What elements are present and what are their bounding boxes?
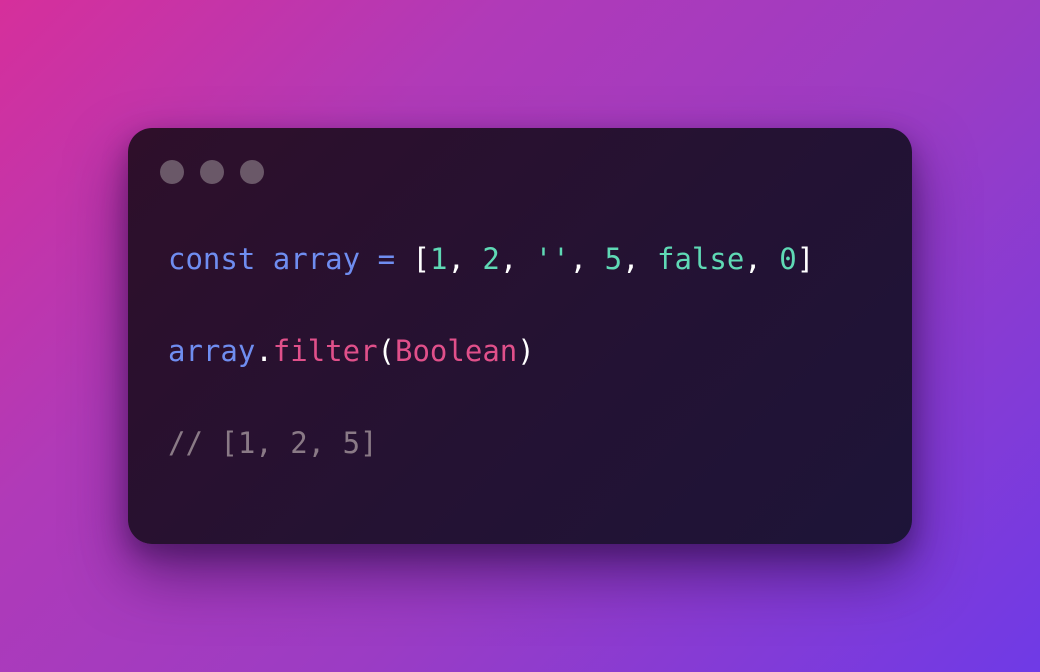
close-paren: ) (517, 334, 535, 368)
code-comment: // [1, 2, 5] (168, 426, 378, 460)
window-dot-3 (240, 160, 264, 184)
comma: , (499, 242, 535, 276)
array-value: 0 (779, 242, 797, 276)
comma: , (569, 242, 605, 276)
open-bracket: [ (412, 242, 430, 276)
array-value: 1 (429, 242, 448, 276)
object-array: array (168, 334, 256, 368)
dot-operator: . (255, 334, 273, 368)
code-line-2: array.filter(Boolean) (168, 337, 535, 366)
array-value: false (656, 242, 745, 276)
keyword-const: const (168, 242, 256, 276)
comma: , (744, 242, 780, 276)
method-filter: filter (272, 334, 378, 368)
open-paren: ( (377, 334, 396, 368)
assignment-operator: = (377, 242, 396, 276)
argument-boolean: Boolean (395, 334, 518, 368)
code-line-1: const array = [1, 2, '', 5, false, 0] (168, 245, 814, 274)
window-dot-1 (160, 160, 184, 184)
window-controls (160, 160, 264, 184)
close-bracket: ] (796, 242, 815, 276)
comma: , (622, 242, 657, 276)
array-value: 2 (482, 242, 500, 276)
page-background: { "window": { "controls": ["dot-1", "dot… (0, 0, 1040, 672)
window-dot-2 (200, 160, 224, 184)
array-value: 5 (604, 242, 623, 276)
comma: , (447, 242, 483, 276)
array-value: '' (534, 242, 570, 276)
identifier-array: array (272, 242, 361, 276)
